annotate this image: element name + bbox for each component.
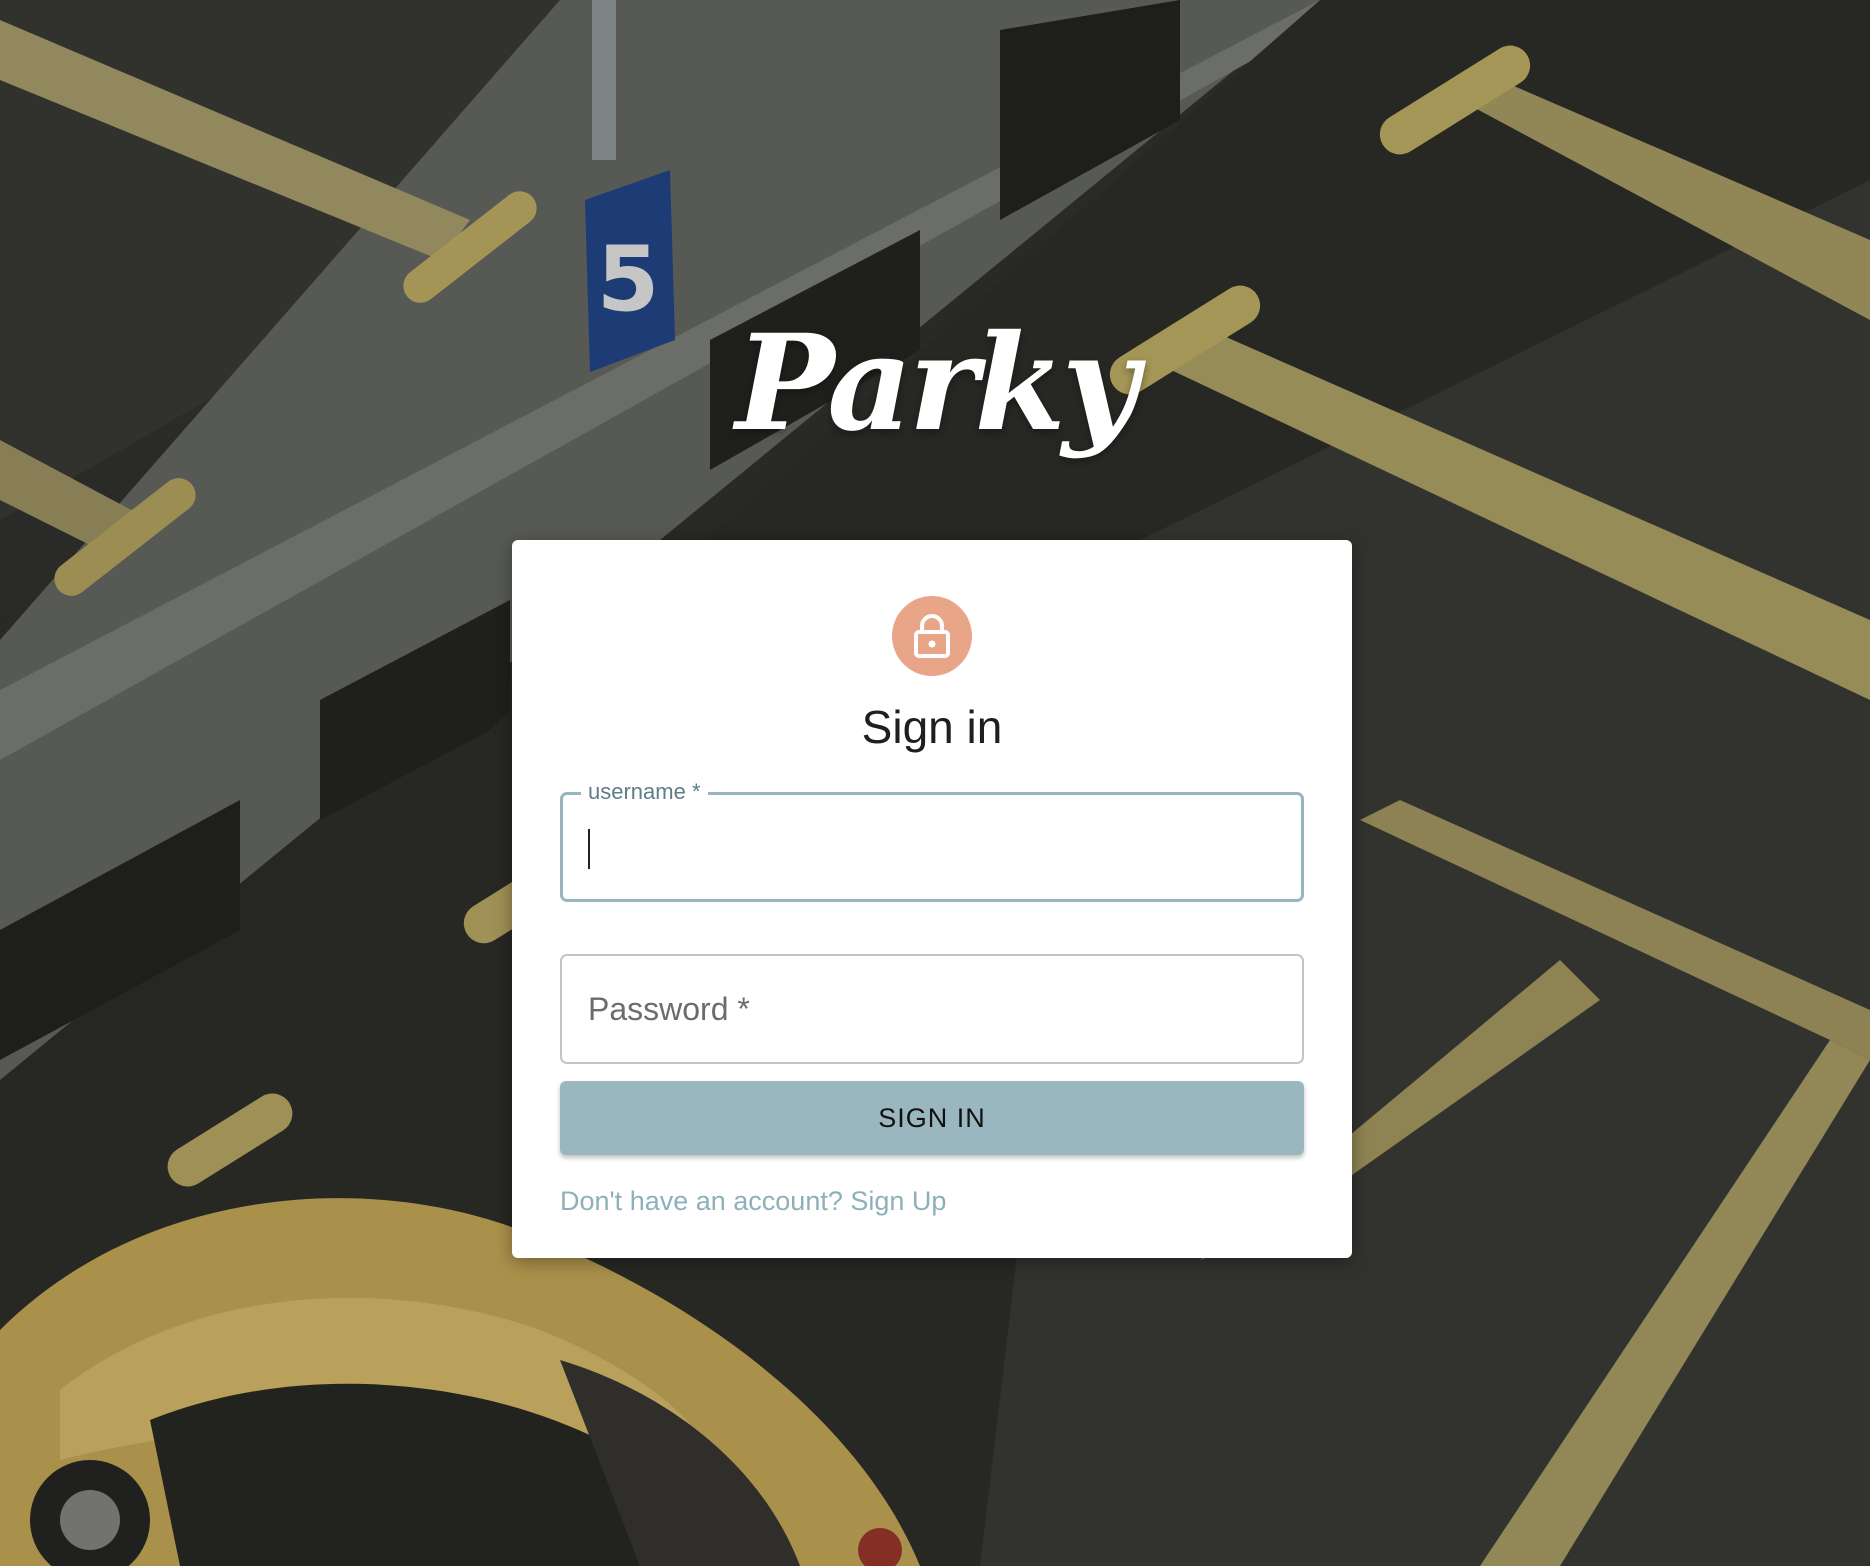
brand-logo: Parky <box>735 306 1139 461</box>
text-caret <box>588 829 590 869</box>
username-field[interactable]: username * <box>560 778 1304 902</box>
page-title: Sign in <box>861 701 1003 753</box>
lock-icon <box>914 614 950 658</box>
password-field[interactable] <box>560 954 1304 1064</box>
sign-up-link[interactable]: Don't have an account? Sign Up <box>560 1186 946 1217</box>
signin-card: Sign in username * SIGN IN Don't have an… <box>512 540 1352 1258</box>
password-input[interactable] <box>562 956 1302 1062</box>
username-input[interactable] <box>563 795 1301 899</box>
lock-avatar <box>892 596 972 676</box>
sign-in-button[interactable]: SIGN IN <box>560 1081 1304 1155</box>
